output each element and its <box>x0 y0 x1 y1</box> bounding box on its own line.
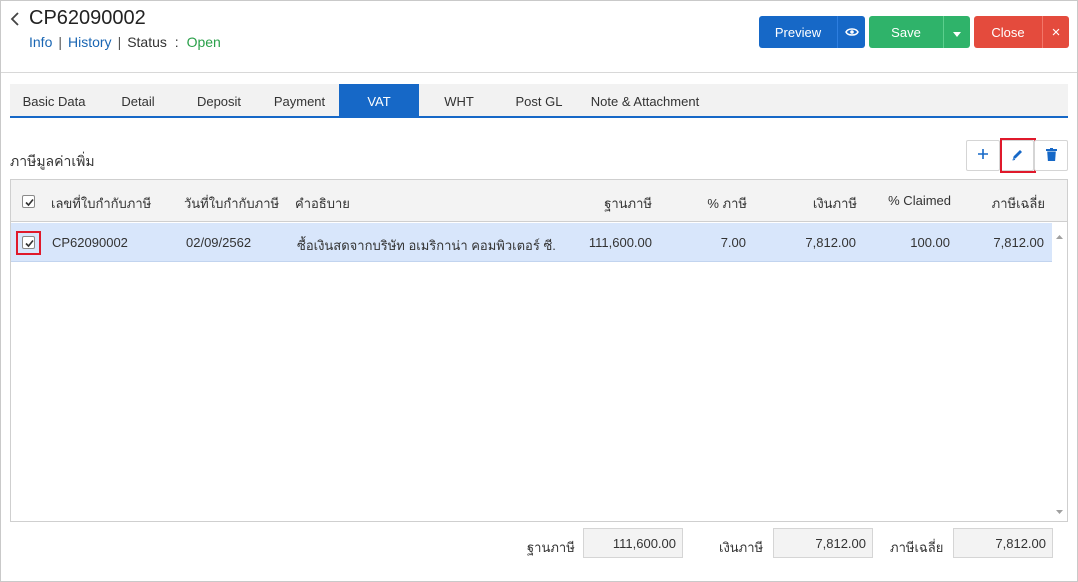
delete-button[interactable] <box>1034 140 1068 171</box>
col-tax-invoice-no[interactable]: เลขที่ใบกำกับภาษี <box>51 193 151 214</box>
col-avg-tax[interactable]: ภาษีเฉลี่ย <box>961 193 1045 214</box>
save-options-button[interactable] <box>943 16 970 48</box>
total-avg-tax-field: 7,812.00 <box>953 528 1053 558</box>
total-tax-amount-field: 7,812.00 <box>773 528 873 558</box>
total-tax-base-label: ฐานภาษี <box>527 540 575 555</box>
plus-icon <box>977 148 989 163</box>
row-checkbox-highlight <box>16 231 41 255</box>
edit-button-highlight <box>1000 138 1036 173</box>
vat-grid: เลขที่ใบกำกับภาษี วันที่ใบกำกับภาษี คำอธ… <box>10 179 1068 522</box>
app-window: CP62090002 Info | History | Status : Open Pr… <box>0 0 1078 582</box>
status-value: Open <box>186 34 221 50</box>
scroll-up-arrow-icon[interactable] <box>1056 227 1063 242</box>
cell-description: ซื้อเงินสดจากบริษัท อเมริกาน่า คอมพิวเตอ… <box>297 238 557 253</box>
cell-claimed-pct: 100.00 <box>910 235 950 250</box>
info-link[interactable]: Info <box>29 34 52 50</box>
tab-note-attachment[interactable]: Note & Attachment <box>579 84 711 118</box>
document-header: CP62090002 Info | History | Status : Open Pr… <box>1 1 1077 73</box>
col-tax-pct[interactable]: % ภาษี <box>666 193 747 214</box>
document-subnav: Info | History | Status : Open <box>29 34 221 50</box>
cell-tax-pct: 7.00 <box>720 235 746 250</box>
section-title: ภาษีมูลค่าเพิ่ม <box>10 153 95 169</box>
table-row[interactable]: CP62090002 02/09/2562 ซื้อเงินสดจากบริษั… <box>11 223 1052 262</box>
col-tax-invoice-date[interactable]: วันที่ใบกำกับภาษี <box>184 193 279 214</box>
col-tax-base[interactable]: ฐานภาษี <box>551 193 652 214</box>
cell-tax-amount: 7,812.00 <box>805 235 856 250</box>
save-button[interactable]: Save <box>869 16 943 48</box>
tab-deposit[interactable]: Deposit <box>178 84 260 118</box>
scroll-down-arrow-icon[interactable] <box>1056 502 1063 517</box>
document-number: CP62090002 <box>29 7 146 29</box>
col-tax-amount[interactable]: เงินภาษี <box>761 193 857 214</box>
history-link[interactable]: History <box>68 34 112 50</box>
caret-down-icon <box>953 25 961 40</box>
vertical-scrollbar[interactable] <box>1052 223 1067 521</box>
grid-header: เลขที่ใบกำกับภาษี วันที่ใบกำกับภาษี คำอธ… <box>11 180 1067 222</box>
back-chevron-icon[interactable] <box>8 9 24 29</box>
tab-wht[interactable]: WHT <box>419 84 499 118</box>
trash-icon <box>1045 147 1057 164</box>
cell-tax-invoice-no: CP62090002 <box>52 235 128 250</box>
tab-basic-data[interactable]: Basic Data <box>10 84 98 118</box>
separator: | <box>117 34 122 50</box>
col-description[interactable]: คำอธิบาย <box>295 193 350 214</box>
eye-icon <box>844 25 859 40</box>
cell-tax-invoice-date: 02/09/2562 <box>186 235 252 250</box>
close-icon: × <box>1051 23 1061 41</box>
tab-bar: Basic Data Detail Deposit Payment VAT WH… <box>10 84 1068 118</box>
total-tax-amount-label: เงินภาษี <box>719 540 764 555</box>
close-button[interactable]: Close <box>974 16 1042 48</box>
tab-payment[interactable]: Payment <box>260 84 339 118</box>
cell-avg-tax: 7,812.00 <box>993 235 1044 250</box>
cell-tax-base: 111,600.00 <box>588 235 652 250</box>
tab-post-gl[interactable]: Post GL <box>499 84 579 118</box>
status-label: Status <box>127 34 167 50</box>
col-claimed-pct[interactable]: % Claimed <box>871 193 951 208</box>
tab-vat[interactable]: VAT <box>339 84 419 118</box>
total-tax-base-field: 111,600.00 <box>583 528 683 558</box>
add-button[interactable] <box>966 140 1000 171</box>
total-avg-tax-label: ภาษีเฉลี่ย <box>890 540 944 555</box>
status-colon: : <box>174 34 179 50</box>
separator: | <box>58 34 62 50</box>
close-x-button[interactable]: × <box>1042 16 1069 48</box>
select-all-checkbox[interactable] <box>22 195 35 208</box>
preview-button[interactable]: Preview <box>759 16 837 48</box>
preview-eye-button[interactable] <box>837 16 865 48</box>
tab-detail[interactable]: Detail <box>98 84 178 118</box>
